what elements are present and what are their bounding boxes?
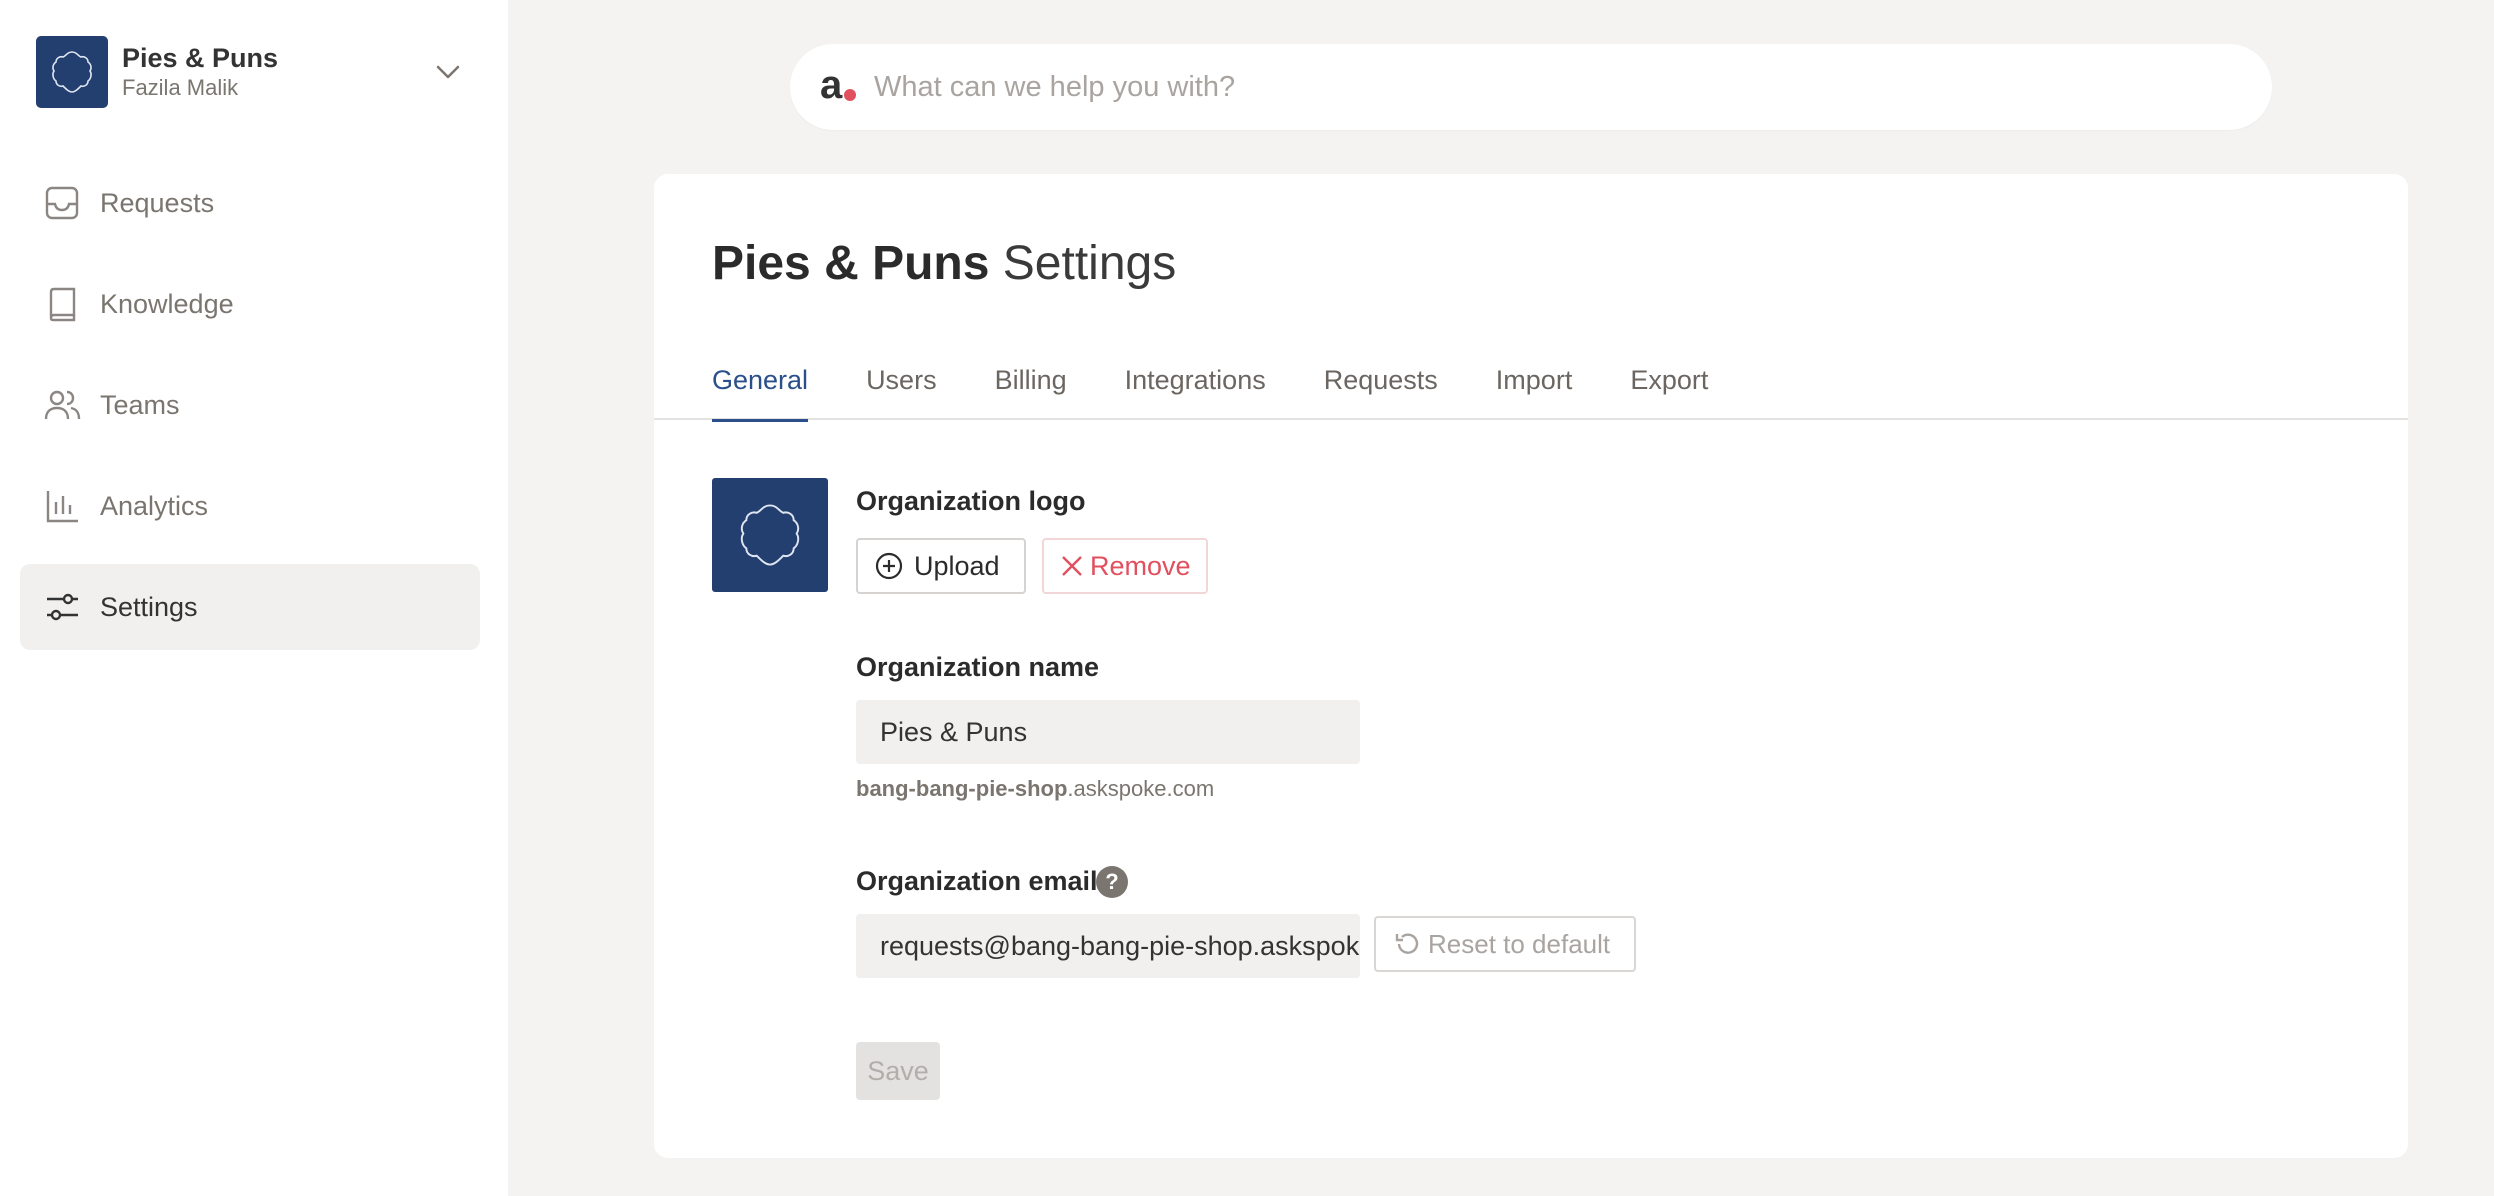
tab-import[interactable]: Import [1496,340,1573,420]
sidebar-item-label: Knowledge [100,288,234,319]
org-user-name: Fazila Malik [122,75,239,100]
org-logo-label: Organization logo [856,486,1086,516]
sliders-icon [42,587,82,627]
flower-logo-icon [52,51,92,93]
org-logo-preview [712,478,828,592]
tab-users[interactable]: Users [866,340,937,420]
org-logo [36,36,108,108]
search-bar[interactable]: a [790,44,2272,130]
org-name-field[interactable] [856,700,1360,764]
org-switcher[interactable]: Pies & Puns Fazila Malik [36,35,476,109]
sidebar-item-label: Requests [100,187,215,218]
inbox-icon [42,183,82,223]
sidebar-item-label: Settings [100,591,198,622]
undo-icon [1392,929,1422,959]
sidebar-item-settings[interactable]: Settings [20,564,480,650]
tab-requests[interactable]: Requests [1324,340,1438,420]
remove-button[interactable]: Remove [1042,538,1208,594]
upload-button[interactable]: Upload [856,538,1026,594]
flower-logo-icon [740,504,800,566]
sidebar-item-requests[interactable]: Requests [20,160,480,246]
brand-logo-icon: a [820,65,860,107]
sidebar: Pies & Puns Fazila Malik Requests Knowle… [0,0,508,1196]
org-email-label: Organization email [856,866,1098,896]
sidebar-item-label: Teams [100,389,180,420]
settings-card: Pies & Puns Settings General Users Billi… [654,174,2408,1158]
plus-circle-icon [874,551,904,581]
sidebar-nav: Requests Knowledge Teams Analytics Setti… [20,160,480,665]
tab-export[interactable]: Export [1630,340,1708,420]
settings-tabs: General Users Billing Integrations Reque… [654,340,2408,422]
save-button[interactable]: Save [856,1042,940,1100]
tab-general[interactable]: General [712,340,809,422]
org-name-label: Organization name [856,652,1100,682]
sidebar-item-analytics[interactable]: Analytics [20,463,480,549]
sidebar-item-label: Analytics [100,490,209,521]
help-icon[interactable]: ? [1096,866,1128,898]
org-subdomain: bang-bang-pie-shop.askspoke.com [856,776,1215,801]
bar-chart-icon [42,486,82,526]
book-icon [42,284,82,324]
org-name: Pies & Puns [122,43,279,73]
tab-billing[interactable]: Billing [995,340,1067,420]
users-icon [42,385,82,425]
sidebar-item-knowledge[interactable]: Knowledge [20,261,480,347]
page-title: Pies & Puns Settings [712,237,1177,290]
sidebar-item-teams[interactable]: Teams [20,362,480,448]
reset-to-default-button[interactable]: Reset to default [1374,916,1636,972]
chevron-down-icon[interactable] [428,52,468,92]
tab-integrations[interactable]: Integrations [1125,340,1266,420]
search-input[interactable] [874,70,2174,104]
close-icon [1060,551,1084,581]
org-email-field[interactable] [856,914,1360,978]
